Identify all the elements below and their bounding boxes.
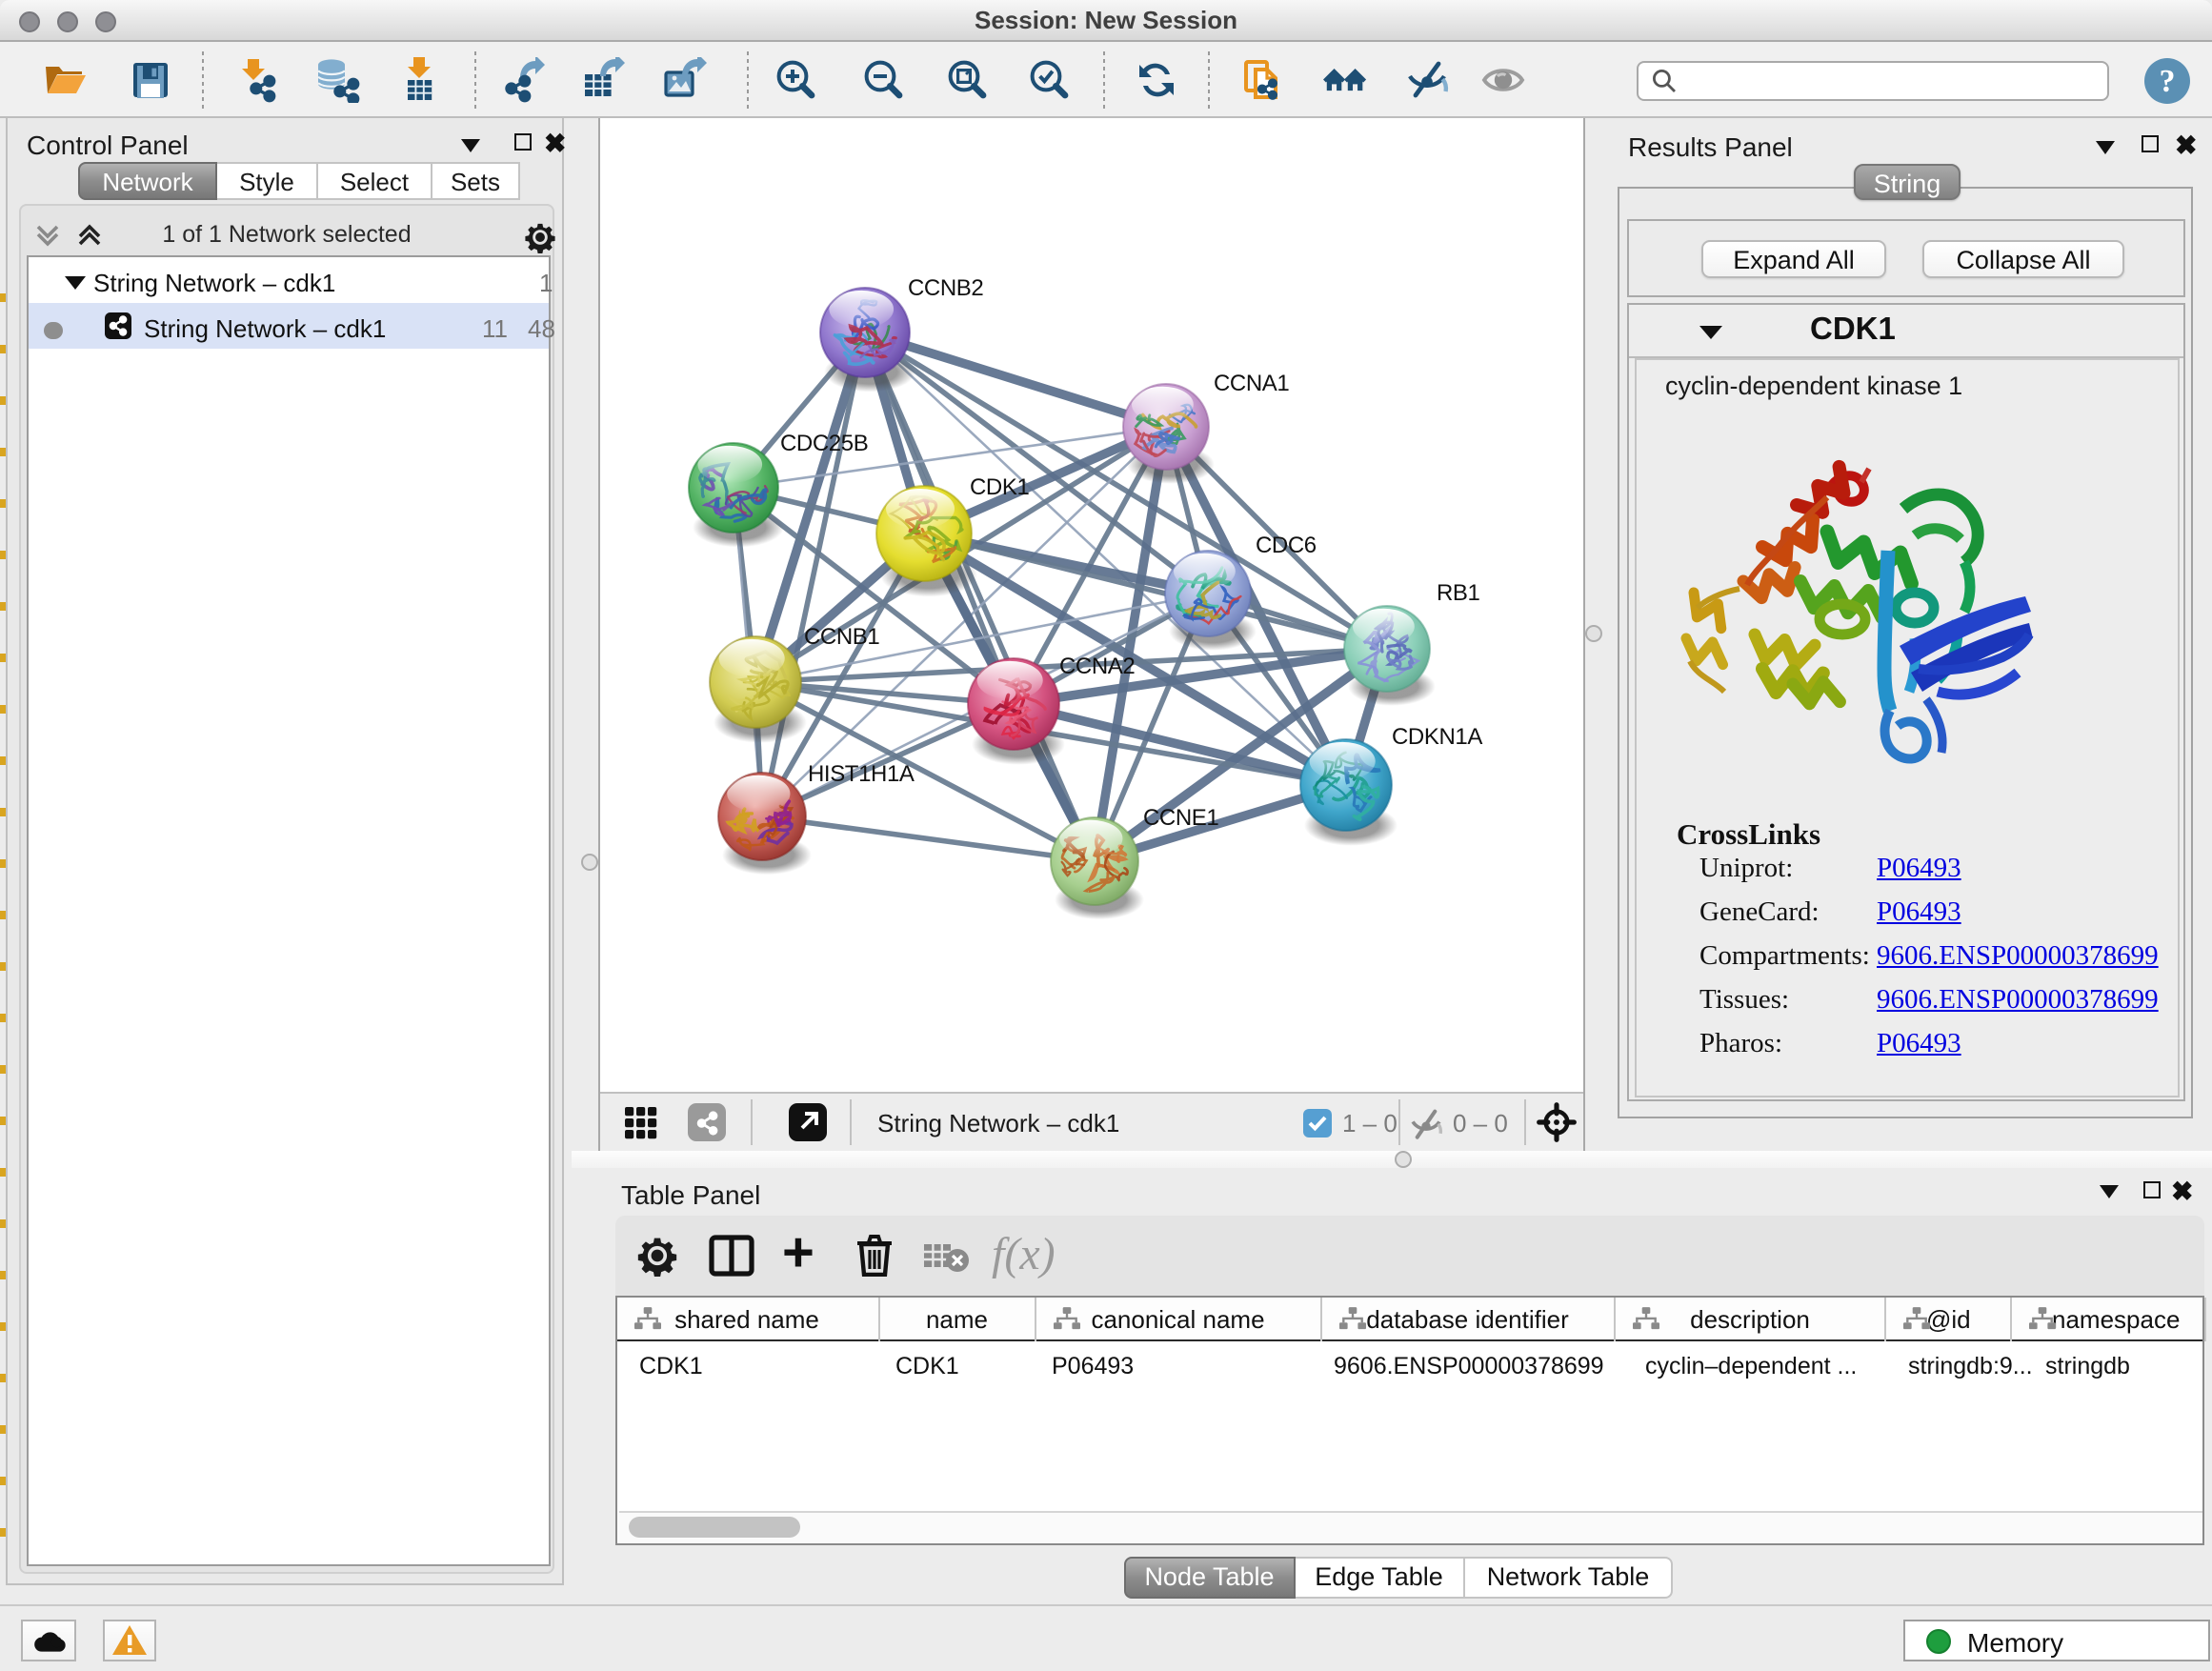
- svg-text:CDKN1A: CDKN1A: [1391, 724, 1481, 750]
- svg-text:CCNB2: CCNB2: [907, 275, 982, 301]
- svg-text:CDC6: CDC6: [1255, 533, 1316, 558]
- svg-text:CCNA1: CCNA1: [1213, 371, 1288, 396]
- svg-text:CCNB1: CCNB1: [803, 624, 878, 650]
- svg-text:CDK1: CDK1: [969, 474, 1028, 500]
- svg-text:?: ?: [2159, 63, 2175, 98]
- svg-text:HIST1H1A: HIST1H1A: [807, 761, 914, 787]
- svg-text:CCNE1: CCNE1: [1142, 805, 1217, 831]
- svg-text:CDC25B: CDC25B: [779, 431, 867, 456]
- svg-text:RB1: RB1: [1436, 580, 1479, 606]
- svg-text:CCNA2: CCNA2: [1058, 654, 1134, 679]
